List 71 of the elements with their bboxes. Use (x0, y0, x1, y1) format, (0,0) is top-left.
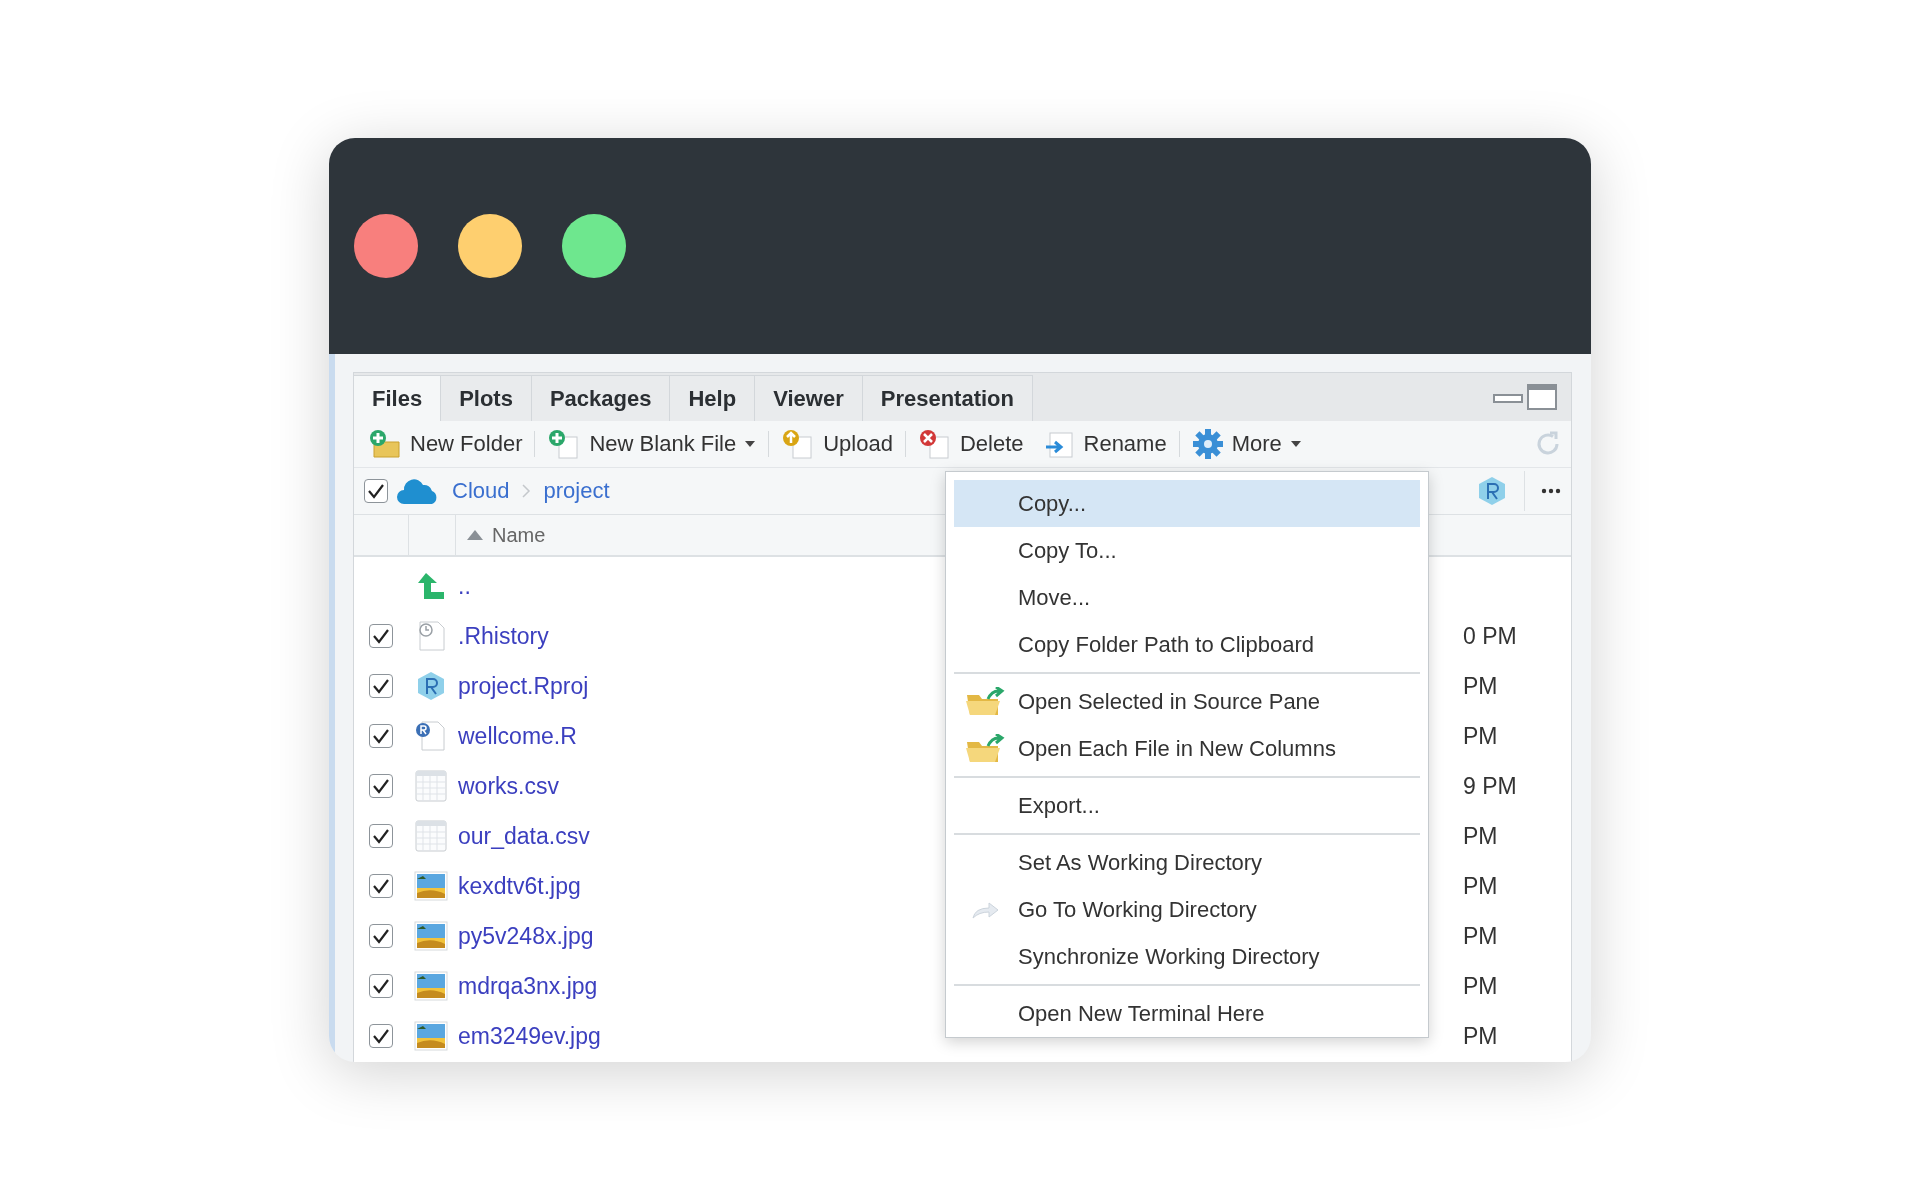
file-name-link[interactable]: kexdtv6t.jpg (458, 872, 581, 900)
modified-time: 0 PM (1463, 622, 1518, 650)
tab[interactable]: Help (670, 375, 756, 421)
menu-item[interactable]: Copy To... (954, 527, 1420, 574)
row-checkbox[interactable] (369, 974, 393, 998)
menu-item[interactable]: Synchronize Working Directory (954, 933, 1420, 980)
image-file-icon (414, 971, 448, 1001)
image-file-icon (414, 921, 448, 951)
image-file-icon (414, 871, 448, 901)
file-name-link[interactable]: mdrqa3nx.jpg (458, 972, 598, 1000)
file-name-link[interactable]: py5v248x.jpg (458, 922, 594, 950)
file-name-link[interactable]: our_data.csv (458, 822, 590, 850)
modified-time: PM (1463, 822, 1499, 850)
modified-time: 9 PM (1463, 772, 1518, 800)
row-checkbox[interactable] (369, 824, 393, 848)
up-arrow-icon[interactable] (416, 571, 446, 601)
more-options-icon[interactable] (1541, 488, 1561, 494)
select-all-checkbox[interactable] (364, 479, 388, 503)
file-name-link[interactable]: .. (458, 572, 471, 600)
maximize-pane-icon[interactable] (1527, 384, 1557, 410)
file-name-link[interactable]: .Rhistory (458, 622, 549, 650)
tab[interactable]: Files (354, 375, 442, 421)
tab[interactable]: Presentation (862, 375, 1033, 421)
toolbar-button[interactable]: New Folder (362, 429, 529, 459)
modified-time: PM (1463, 672, 1499, 700)
toolbar-button[interactable]: New Blank File (541, 429, 763, 459)
row-checkbox[interactable] (369, 774, 393, 798)
gear-icon (1191, 428, 1224, 460)
row-checkbox[interactable] (369, 1024, 393, 1048)
row-checkbox[interactable] (369, 924, 393, 948)
menu-item[interactable]: Export... (954, 782, 1420, 829)
row-checkbox[interactable] (369, 724, 393, 748)
sort-icon (466, 529, 484, 541)
file-name-link[interactable]: wellcome.R (458, 722, 577, 750)
menu-item[interactable]: Copy Folder Path to Clipboard (954, 621, 1420, 668)
menu-item[interactable]: Set As Working Directory (954, 839, 1420, 886)
toolbar-button[interactable]: Delete (911, 429, 1030, 459)
modified-time: PM (1463, 922, 1499, 950)
menu-item[interactable]: Open Selected in Source Pane (954, 678, 1420, 725)
modified-time: PM (1463, 1022, 1499, 1050)
menu-item[interactable]: Open New Terminal Here (954, 990, 1420, 1037)
modified-time: PM (1463, 872, 1499, 900)
new-folder-icon (368, 429, 402, 459)
menu-item[interactable]: Go To Working Directory (954, 886, 1420, 933)
row-checkbox[interactable] (369, 624, 393, 648)
delete-icon (917, 429, 952, 459)
breadcrumb-link[interactable]: Cloud (448, 478, 514, 504)
tab[interactable]: Viewer (755, 375, 863, 421)
modified-time: PM (1463, 722, 1499, 750)
menu-item[interactable]: Copy... (954, 480, 1420, 527)
forward-arrow-icon (971, 899, 1001, 920)
modified-time: PM (1463, 972, 1499, 1000)
table-file-icon (414, 820, 448, 852)
r-file-icon (414, 721, 448, 751)
file-name-link[interactable]: project.Rproj (458, 672, 589, 700)
row-checkbox[interactable] (369, 874, 393, 898)
r-project-icon[interactable] (1476, 475, 1508, 507)
tab[interactable]: Packages (531, 375, 671, 421)
toolbar-button[interactable]: Upload (775, 429, 899, 459)
image-file-icon (414, 1021, 448, 1051)
file-name-link[interactable]: em3249ev.jpg (458, 1022, 601, 1050)
toolbar-button[interactable]: Rename (1035, 429, 1173, 459)
file-name-link[interactable]: works.csv (458, 772, 559, 800)
tab[interactable]: Plots (441, 375, 532, 421)
breadcrumb-link[interactable]: project (539, 478, 614, 504)
column-label: Name (492, 523, 546, 547)
toolbar-button[interactable]: More (1185, 428, 1308, 460)
menu-item[interactable]: Move... (954, 574, 1420, 621)
row-checkbox[interactable] (369, 674, 393, 698)
table-file-icon (414, 770, 448, 802)
menu-item[interactable]: Open Each File in New Columns (954, 725, 1420, 772)
